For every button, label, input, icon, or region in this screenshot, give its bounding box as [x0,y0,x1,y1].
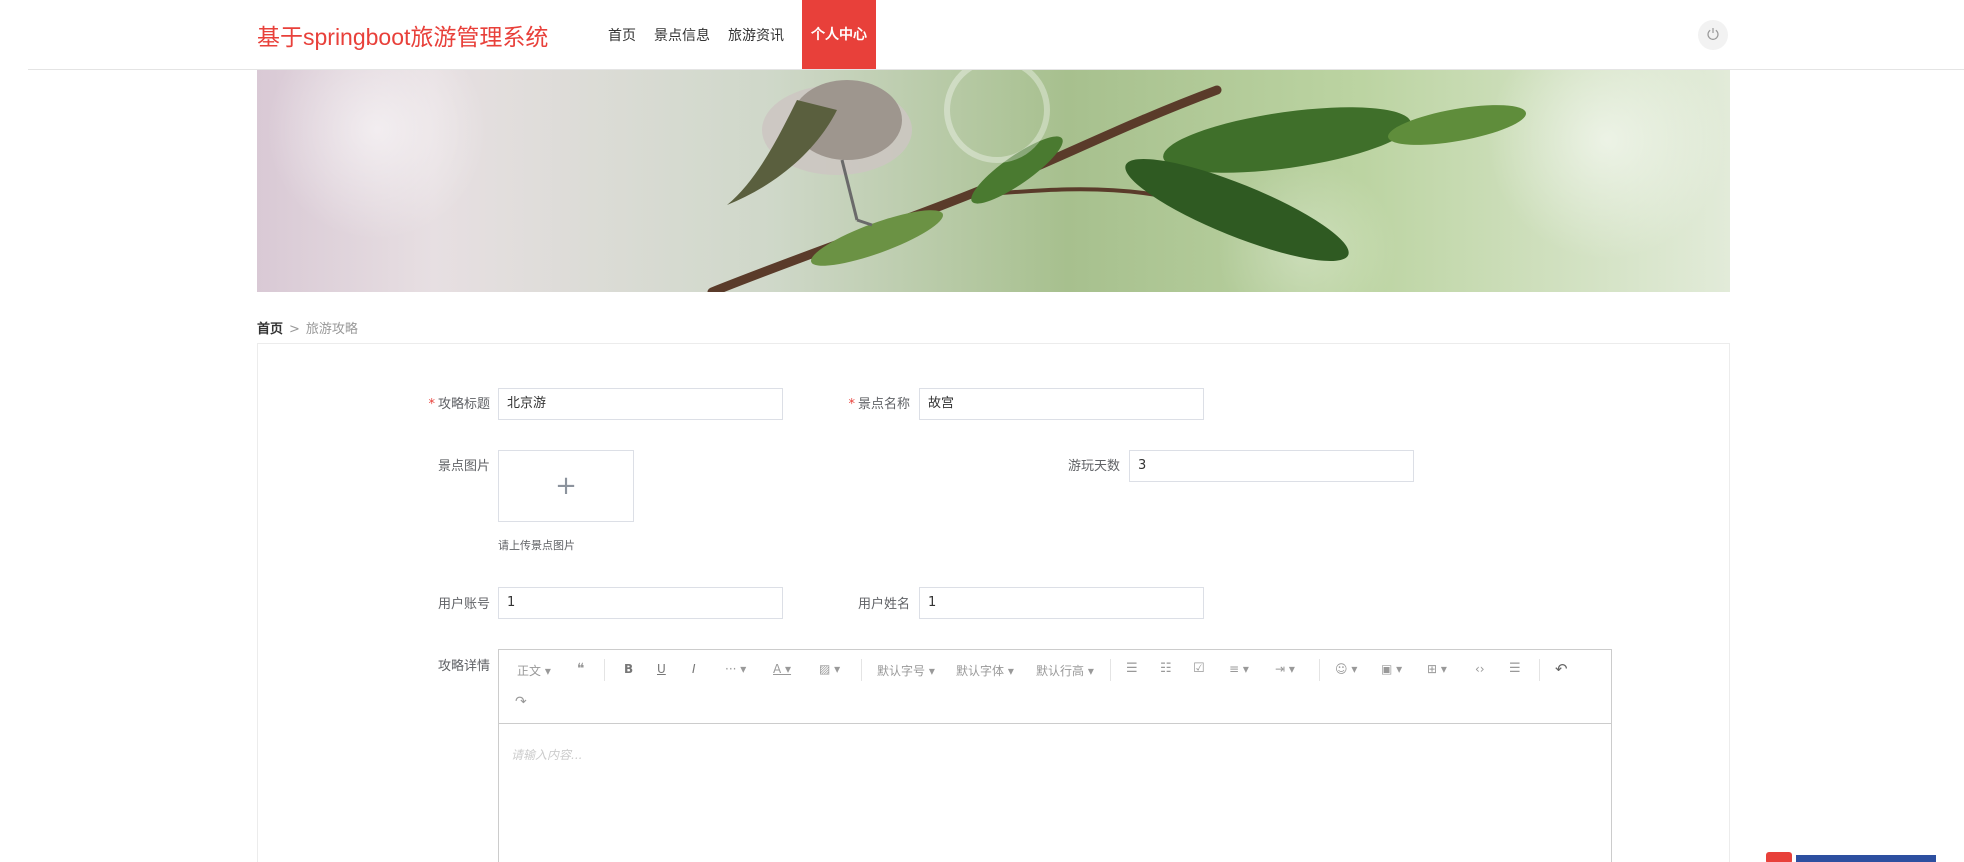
emoji-dropdown[interactable]: ☺ ▾ [1335,662,1357,676]
align-dropdown[interactable]: ≡ ▾ [1229,662,1249,676]
code-icon[interactable]: ‹› [1475,662,1485,676]
banner-image [257,70,1730,292]
numbered-list-icon[interactable]: ☷ [1160,661,1172,676]
main-nav: 首页 景点信息 旅游资讯 个人中心 [608,0,876,70]
undo-icon[interactable]: ↶ [1555,660,1568,678]
rich-text-editor: 正文 ▾ ❝ B U I ··· ▾ A ▾ ▨ ▾ 默认字号 ▾ 默认字体 ▾… [498,649,1612,862]
breadcrumb-current: 旅游攻略 [305,322,358,337]
account-input[interactable]: 1 [498,587,783,619]
nav-item-travel-news[interactable]: 旅游资讯 [728,25,784,45]
more-dropdown[interactable]: ··· ▾ [725,662,746,676]
font-family-dropdown[interactable]: 默认字体 ▾ [956,662,1014,679]
line-height-dropdown[interactable]: 默认行高 ▾ [1036,662,1094,679]
title-input[interactable]: 北京游 [498,388,783,420]
toolbar-divider [1539,659,1540,681]
spot-name-input[interactable]: 故宫 [919,388,1204,420]
toolbar-divider [1319,659,1320,681]
redo-icon[interactable]: ↷ [515,694,527,710]
days-input[interactable]: 3 [1129,450,1414,482]
editor-toolbar: 正文 ▾ ❝ B U I ··· ▾ A ▾ ▨ ▾ 默认字号 ▾ 默认字体 ▾… [499,650,1611,724]
logout-button[interactable] [1698,20,1728,50]
image-dropdown[interactable]: ▣ ▾ [1381,662,1402,676]
italic-icon[interactable]: I [692,662,696,676]
bold-icon[interactable]: B [624,662,633,676]
image-upload-button[interactable]: + [498,450,634,522]
account-label: 用户账号 [437,597,490,612]
user-name-input[interactable]: 1 [919,587,1204,619]
background-color-icon[interactable]: ▨ ▾ [819,662,840,676]
nav-item-scenic-spots[interactable]: 景点信息 [654,25,710,45]
user-name-label: 用户姓名 [857,597,910,612]
power-icon [1706,26,1720,45]
toolbar-divider [861,659,862,681]
font-size-dropdown[interactable]: 默认字号 ▾ [877,662,935,679]
spot-image-label: 景点图片 [437,459,490,474]
todo-icon[interactable]: ☑ [1193,661,1205,676]
title-label: * 攻略标题 [420,393,490,412]
quote-icon[interactable]: ❝ [577,661,585,677]
nav-item-home[interactable]: 首页 [608,25,636,45]
breadcrumb-separator: > [289,322,300,337]
spot-name-label-text: 景点名称 [857,397,910,412]
detail-label: 攻略详情 [437,659,490,674]
toolbar-divider [604,659,605,681]
days-label: 游玩天数 [1067,459,1120,474]
editor-content-area[interactable]: 请输入内容... [511,746,582,763]
corner-logo [1766,850,1946,862]
divider-icon[interactable]: ☰ [1509,661,1521,676]
page: 基于springboot旅游管理系统 首页 景点信息 旅游资讯 个人中心 首页 … [0,0,1964,862]
header: 基于springboot旅游管理系统 首页 景点信息 旅游资讯 个人中心 [0,0,1964,70]
upload-tip: 请上传景点图片 [498,539,575,552]
font-color-icon[interactable]: A ▾ [773,662,791,676]
title-label-text: 攻略标题 [437,397,490,412]
required-mark: * [428,397,435,412]
required-mark: * [848,397,855,412]
breadcrumb: 首页 > 旅游攻略 [257,318,358,337]
table-dropdown[interactable]: ⊞ ▾ [1427,662,1447,676]
indent-dropdown[interactable]: ⇥ ▾ [1275,662,1295,676]
toolbar-divider [1110,659,1111,681]
plus-icon: + [555,471,577,501]
spot-name-label: * 景点名称 [840,393,910,412]
breadcrumb-home[interactable]: 首页 [257,322,283,337]
bullet-list-icon[interactable]: ☰ [1126,661,1138,676]
site-title[interactable]: 基于springboot旅游管理系统 [257,18,548,52]
nav-item-personal-center[interactable]: 个人中心 [802,0,876,70]
underline-icon[interactable]: U [657,662,666,676]
paragraph-dropdown[interactable]: 正文 ▾ [517,662,551,679]
